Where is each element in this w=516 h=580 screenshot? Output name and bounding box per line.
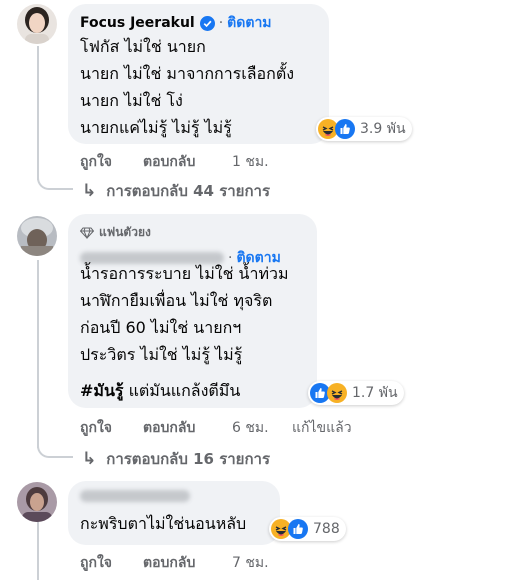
reply-button[interactable]: ตอบกลับ (143, 552, 195, 574)
thread-line (37, 520, 39, 580)
avatar[interactable] (17, 216, 57, 256)
reply-button[interactable]: ตอบกลับ (143, 417, 195, 439)
blurred-author-name[interactable] (80, 490, 190, 502)
comment-line: นาฬิกายืมเพื่อน ไม่ใช่ ทุจริต (80, 291, 273, 310)
view-replies-link[interactable]: ↳ การตอบกลับ 44 รายการ (82, 179, 270, 203)
comment-line: นายก ไม่ใช่ โง่ (80, 91, 183, 110)
comment-line: นายกแค่ไม่รู้ ไม่รู้ ไม่รู้ (80, 118, 232, 137)
reply-arrow-icon: ↳ (82, 181, 97, 201)
reaction-count: 1.7 พัน (352, 385, 398, 401)
comment-actions: ถูกใจ ตอบกลับ 7 ชม. (80, 552, 320, 571)
avatar[interactable] (17, 4, 57, 44)
verified-icon (199, 15, 215, 31)
comment-text: กะพริบตาไม่ใช่นอนหลับ (80, 510, 246, 537)
reply-arrow-icon: ↳ (82, 449, 97, 469)
like-button[interactable]: ถูกใจ (80, 417, 112, 439)
comment-line: นายก ไม่ใช่ มาจากการเลือกตั้ง (80, 64, 295, 83)
comment-line: น้ำรอการระบาย ไม่ใช่ น้ำท่วม (80, 264, 289, 283)
comment-header (80, 490, 190, 502)
view-replies-link[interactable]: ↳ การตอบกลับ 16 รายการ (82, 447, 270, 471)
badge-label: แฟนตัวยง (99, 225, 151, 239)
timestamp[interactable]: 6 ชม. (232, 417, 269, 439)
comment-actions: ถูกใจ ตอบกลับ 1 ชม. (80, 151, 320, 170)
like-button[interactable]: ถูกใจ (80, 151, 112, 173)
like-icon (335, 119, 355, 139)
avatar[interactable] (17, 482, 57, 522)
fan-badge[interactable]: แฟนตัวยง (79, 223, 151, 242)
comment-line: #มันรู้ แต่มันแกล้งตีมึน (80, 377, 289, 404)
reaction-count: 3.9 พัน (360, 121, 406, 137)
comment-text: น้ำรอการระบาย ไม่ใช่ น้ำท่วม นาฬิกายืมเพ… (80, 260, 289, 404)
reaction-summary[interactable]: 1.7 พัน (308, 381, 404, 405)
replies-count: การตอบกลับ 16 รายการ (106, 450, 271, 468)
comment-line: ประวิตร ไม่ใช่ ไม่รู้ ไม่รู้ (80, 345, 243, 364)
like-icon (288, 519, 308, 539)
reaction-summary[interactable]: 788 (269, 517, 346, 541)
timestamp[interactable]: 1 ชม. (232, 151, 269, 173)
thread-line (37, 260, 39, 448)
like-button[interactable]: ถูกใจ (80, 552, 112, 574)
follow-button[interactable]: ติดตาม (227, 12, 271, 34)
thread-line-curve (37, 446, 73, 458)
comment-line: โฟกัส ไม่ใช่ นายก (80, 37, 206, 56)
comment-header: Focus Jeerakul · ติดตาม (80, 12, 272, 34)
reply-button[interactable]: ตอบกลับ (143, 151, 195, 173)
author-name[interactable]: Focus Jeerakul (80, 15, 195, 31)
reaction-summary[interactable]: 3.9 พัน (316, 117, 412, 141)
separator-dot: · (218, 15, 224, 31)
replies-count: การตอบกลับ 44 รายการ (106, 182, 271, 200)
thread-line-curve (37, 178, 73, 190)
hashtag-link[interactable]: #มันรู้ (80, 381, 123, 400)
hashtag-suffix: แต่มันแกล้งตีมึน (123, 381, 241, 400)
comment-text: โฟกัส ไม่ใช่ นายก นายก ไม่ใช่ มาจากการเล… (80, 33, 294, 141)
comment-actions: ถูกใจ ตอบกลับ 6 ชม. แก้ไขแล้ว (80, 417, 380, 436)
haha-icon (327, 383, 347, 403)
timestamp[interactable]: 7 ชม. (232, 552, 269, 574)
reaction-count: 788 (313, 521, 340, 537)
comment-line: ก่อนปี 60 ไม่ใช่ นายกฯ (80, 318, 242, 337)
diamond-icon (79, 227, 95, 239)
comment-line: กะพริบตาไม่ใช่นอนหลับ (80, 514, 247, 533)
thread-line (37, 46, 39, 180)
edited-label[interactable]: แก้ไขแล้ว (292, 417, 352, 439)
